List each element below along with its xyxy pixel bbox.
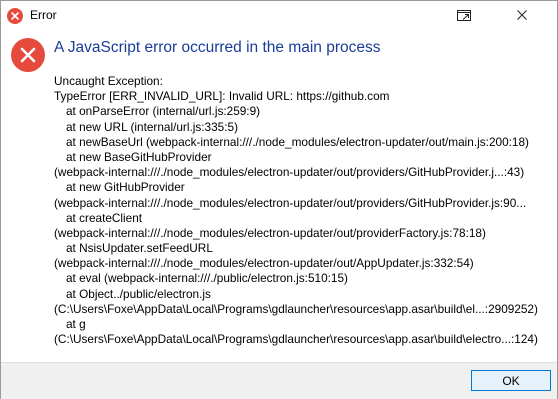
window-title: Error	[30, 8, 57, 22]
ok-button[interactable]: OK	[471, 370, 551, 391]
stack-line: at new GitHubProvider	[66, 180, 185, 195]
message-line: Uncaught Exception:	[54, 74, 163, 88]
title-bar[interactable]: Error	[1, 1, 557, 31]
stack-line: (C:\Users\Foxe\AppData\Local\Programs\gd…	[54, 301, 538, 316]
stack-line: (webpack-internal:///./node_modules/elec…	[54, 225, 486, 240]
stack-line: at onParseError (internal/url.js:259:9)	[66, 104, 261, 119]
restore-icon[interactable]	[453, 6, 475, 24]
stack-line: at newBaseUrl (webpack-internal:///./nod…	[66, 134, 529, 149]
error-heading: A JavaScript error occurred in the main …	[54, 39, 381, 56]
stack-line: (C:\Users\Foxe\AppData\Local\Programs\gd…	[54, 332, 538, 347]
stack-line: at createClient	[66, 210, 143, 225]
stack-line: at new BaseGitHubProvider	[66, 149, 212, 164]
error-icon	[11, 38, 45, 72]
stack-line: at new URL (internal/url.js:335:5)	[66, 119, 239, 134]
error-dialog-window: Error A JavaScript error occurred in the…	[0, 0, 558, 399]
stack-line: at Object../public/electron.js	[66, 286, 211, 301]
stack-line: (webpack-internal:///./node_modules/elec…	[54, 195, 527, 210]
error-icon	[7, 8, 23, 24]
stack-line: (webpack-internal:///./node_modules/elec…	[54, 165, 525, 180]
message-line: TypeError [ERR_INVALID_URL]: Invalid URL…	[54, 89, 390, 104]
error-message: Uncaught Exception: TypeError [ERR_INVAL…	[54, 74, 552, 347]
stack-line: (webpack-internal:///./node_modules/elec…	[54, 256, 474, 271]
stack-line: at eval (webpack-internal:///./public/el…	[66, 271, 348, 286]
stack-line: at NsisUpdater.setFeedURL	[66, 241, 213, 256]
close-icon[interactable]	[511, 6, 533, 24]
stack-line: at g	[66, 317, 86, 331]
button-bar: OK	[1, 362, 557, 399]
